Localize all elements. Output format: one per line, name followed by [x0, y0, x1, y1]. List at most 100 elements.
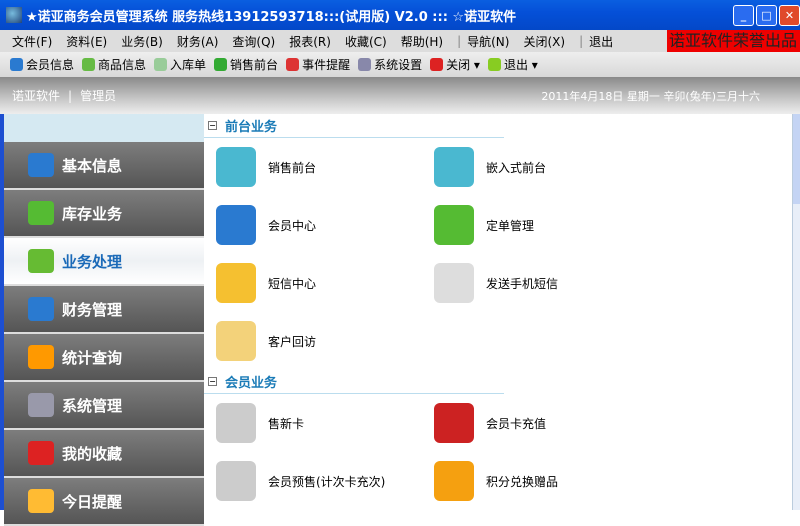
menu-finance[interactable]: 财务(A) [177, 33, 219, 50]
toolbar-button-label: 入库单 [170, 58, 207, 72]
function-item[interactable]: 定单管理 [422, 196, 640, 254]
function-item[interactable]: 短信中心 [204, 254, 422, 312]
divider: | [68, 88, 73, 103]
function-label: 发送手机短信 [486, 276, 559, 291]
function-label: 定单管理 [486, 218, 535, 233]
sidebar-item-icon [28, 153, 54, 177]
section-title: 会员业务 [225, 376, 278, 391]
function-label: 短信中心 [268, 276, 317, 291]
function-item[interactable]: 积分兑换赠品 [422, 452, 640, 510]
function-label: 客户回访 [268, 334, 317, 349]
sidebar-item-label: 财务管理 [62, 300, 123, 319]
section-title: 前台业务 [225, 120, 278, 135]
function-icon [434, 403, 474, 443]
title-bar: ★诺亚商务会员管理系统 服务热线13912593718:::(试用版) V2.0… [0, 0, 800, 30]
function-icon [216, 147, 256, 187]
function-item[interactable]: 销售前台 [204, 138, 422, 196]
menu-separator: | [579, 34, 584, 48]
sidebar-item-icon [28, 393, 54, 417]
sidebar-item-label: 今日提醒 [62, 492, 123, 511]
menu-report[interactable]: 报表(R) [289, 33, 331, 50]
toolbar-icon [358, 58, 372, 71]
sidebar-item[interactable]: 业务处理 [4, 238, 204, 286]
menu-close[interactable]: 关闭(X) [523, 33, 565, 50]
function-item[interactable]: 售新卡 [204, 394, 422, 452]
current-user: 管理员 [80, 89, 117, 103]
function-item[interactable]: 发送手机短信 [422, 254, 640, 312]
sidebar-item[interactable]: 基本信息 [4, 142, 204, 190]
toolbar-button-label: 系统设置 [374, 58, 423, 72]
toolbar-icon [10, 58, 23, 71]
sidebar-item-label: 业务处理 [62, 252, 123, 271]
menu-favorites[interactable]: 收藏(C) [345, 33, 387, 50]
sidebar-item[interactable]: 系统管理 [4, 382, 204, 430]
function-label: 积分兑换赠品 [486, 474, 559, 489]
toolbar-icon [82, 58, 96, 71]
toolbar-icon [430, 58, 444, 71]
toolbar-button[interactable]: 销售前台 [214, 56, 278, 73]
function-item[interactable]: 客户回访 [204, 312, 422, 370]
menu-file[interactable]: 文件(F) [12, 33, 52, 50]
toolbar-icon [286, 58, 300, 71]
toolbar-button[interactable]: 退出 ▾ [487, 56, 538, 73]
sidebar-item-icon [28, 249, 54, 273]
sidebar-item-label: 基本信息 [62, 156, 123, 175]
toolbar-button-label: 商品信息 [98, 58, 147, 72]
section-header[interactable]: − 会员业务 [204, 370, 504, 394]
maximize-button[interactable]: □ [756, 5, 777, 26]
toolbar-button-label: 事件提醒 [302, 58, 351, 72]
function-icon [216, 461, 256, 501]
collapse-toggle-icon[interactable]: − [208, 377, 217, 386]
function-icon [434, 461, 474, 501]
function-icon [216, 263, 256, 303]
app-icon [6, 7, 22, 23]
menu-data[interactable]: 资料(E) [66, 33, 107, 50]
sidebar-item-label: 库存业务 [62, 204, 123, 223]
sidebar: 基本信息库存业务业务处理财务管理统计查询系统管理我的收藏今日提醒 [0, 114, 204, 526]
current-date: 2011年4月18日 星期一 辛卯(兔年)三月十六 [541, 89, 760, 103]
sidebar-item-label: 统计查询 [62, 348, 123, 367]
scrollbar-thumb[interactable] [793, 114, 800, 204]
function-label: 会员卡充值 [486, 416, 547, 431]
company-name: 诺亚软件 [12, 89, 61, 103]
menu-business[interactable]: 业务(B) [121, 33, 163, 50]
toolbar-button[interactable]: 会员信息 [10, 56, 74, 73]
section-header[interactable]: − 前台业务 [204, 114, 504, 138]
sidebar-item[interactable]: 我的收藏 [4, 430, 204, 478]
minimize-button[interactable]: _ [733, 5, 754, 26]
toolbar-button[interactable]: 商品信息 [82, 56, 146, 73]
header-banner: 诺亚软件 | 管理员 2011年4月18日 星期一 辛卯(兔年)三月十六 [0, 77, 800, 114]
function-icon [216, 205, 256, 245]
function-label: 会员预售(计次卡充次) [268, 474, 386, 489]
sidebar-header [4, 114, 204, 142]
sidebar-item[interactable]: 库存业务 [4, 190, 204, 238]
toolbar-button[interactable]: 入库单 [154, 56, 206, 73]
function-item[interactable]: 会员中心 [204, 196, 422, 254]
toolbar-icon [214, 58, 228, 71]
function-item[interactable]: 嵌入式前台 [422, 138, 640, 196]
toolbar-button-label: 退出 ▾ [503, 58, 538, 72]
close-button[interactable]: ✕ [779, 5, 800, 26]
sidebar-item-label: 我的收藏 [62, 444, 123, 463]
toolbar-button[interactable]: 关闭 ▾ [430, 56, 480, 73]
function-label: 售新卡 [268, 416, 305, 431]
menu-navigate[interactable]: 导航(N) [467, 33, 509, 50]
toolbar-icon [487, 58, 501, 71]
sidebar-item[interactable]: 统计查询 [4, 334, 204, 382]
sidebar-item-icon [28, 441, 54, 465]
sidebar-item[interactable]: 今日提醒 [4, 478, 204, 526]
sidebar-item-icon [28, 489, 54, 513]
menu-help[interactable]: 帮助(H) [401, 33, 443, 50]
function-item[interactable]: 会员卡充值 [422, 394, 640, 452]
vertical-scrollbar[interactable] [792, 114, 800, 510]
toolbar-button[interactable]: 系统设置 [358, 56, 422, 73]
function-item[interactable]: 会员预售(计次卡充次) [204, 452, 422, 510]
toolbar-button[interactable]: 事件提醒 [286, 56, 350, 73]
collapse-toggle-icon[interactable]: − [208, 121, 217, 130]
menu-query[interactable]: 查询(Q) [232, 33, 275, 50]
sidebar-item[interactable]: 财务管理 [4, 286, 204, 334]
toolbar-button-label: 会员信息 [26, 58, 75, 72]
toolbar-icon [154, 58, 168, 71]
sidebar-item-icon [28, 201, 54, 225]
menu-exit[interactable]: 退出 [589, 33, 613, 50]
